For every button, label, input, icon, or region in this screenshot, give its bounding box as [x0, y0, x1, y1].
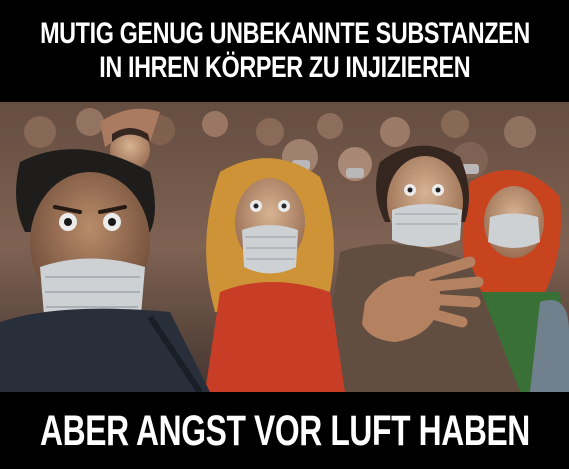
bottom-caption-banner: ABER ANGST VOR LUFT HABEN	[0, 392, 569, 469]
meme-image: MUTIG GENUG UNBEKANNTE SUBSTANZEN IN IHR…	[0, 0, 569, 469]
top-caption-line-1: MUTIG GENUG UNBEKANNTE SUBSTANZEN	[39, 17, 530, 50]
top-caption-banner: MUTIG GENUG UNBEKANNTE SUBSTANZEN IN IHR…	[0, 0, 569, 102]
top-caption-line-2: IN IHREN KÖRPER ZU INJIZIEREN	[99, 51, 470, 84]
crowd-illustration-svg	[0, 102, 569, 392]
bottom-caption: ABER ANGST VOR LUFT HABEN	[39, 406, 530, 455]
crowd-illustration	[0, 102, 569, 392]
